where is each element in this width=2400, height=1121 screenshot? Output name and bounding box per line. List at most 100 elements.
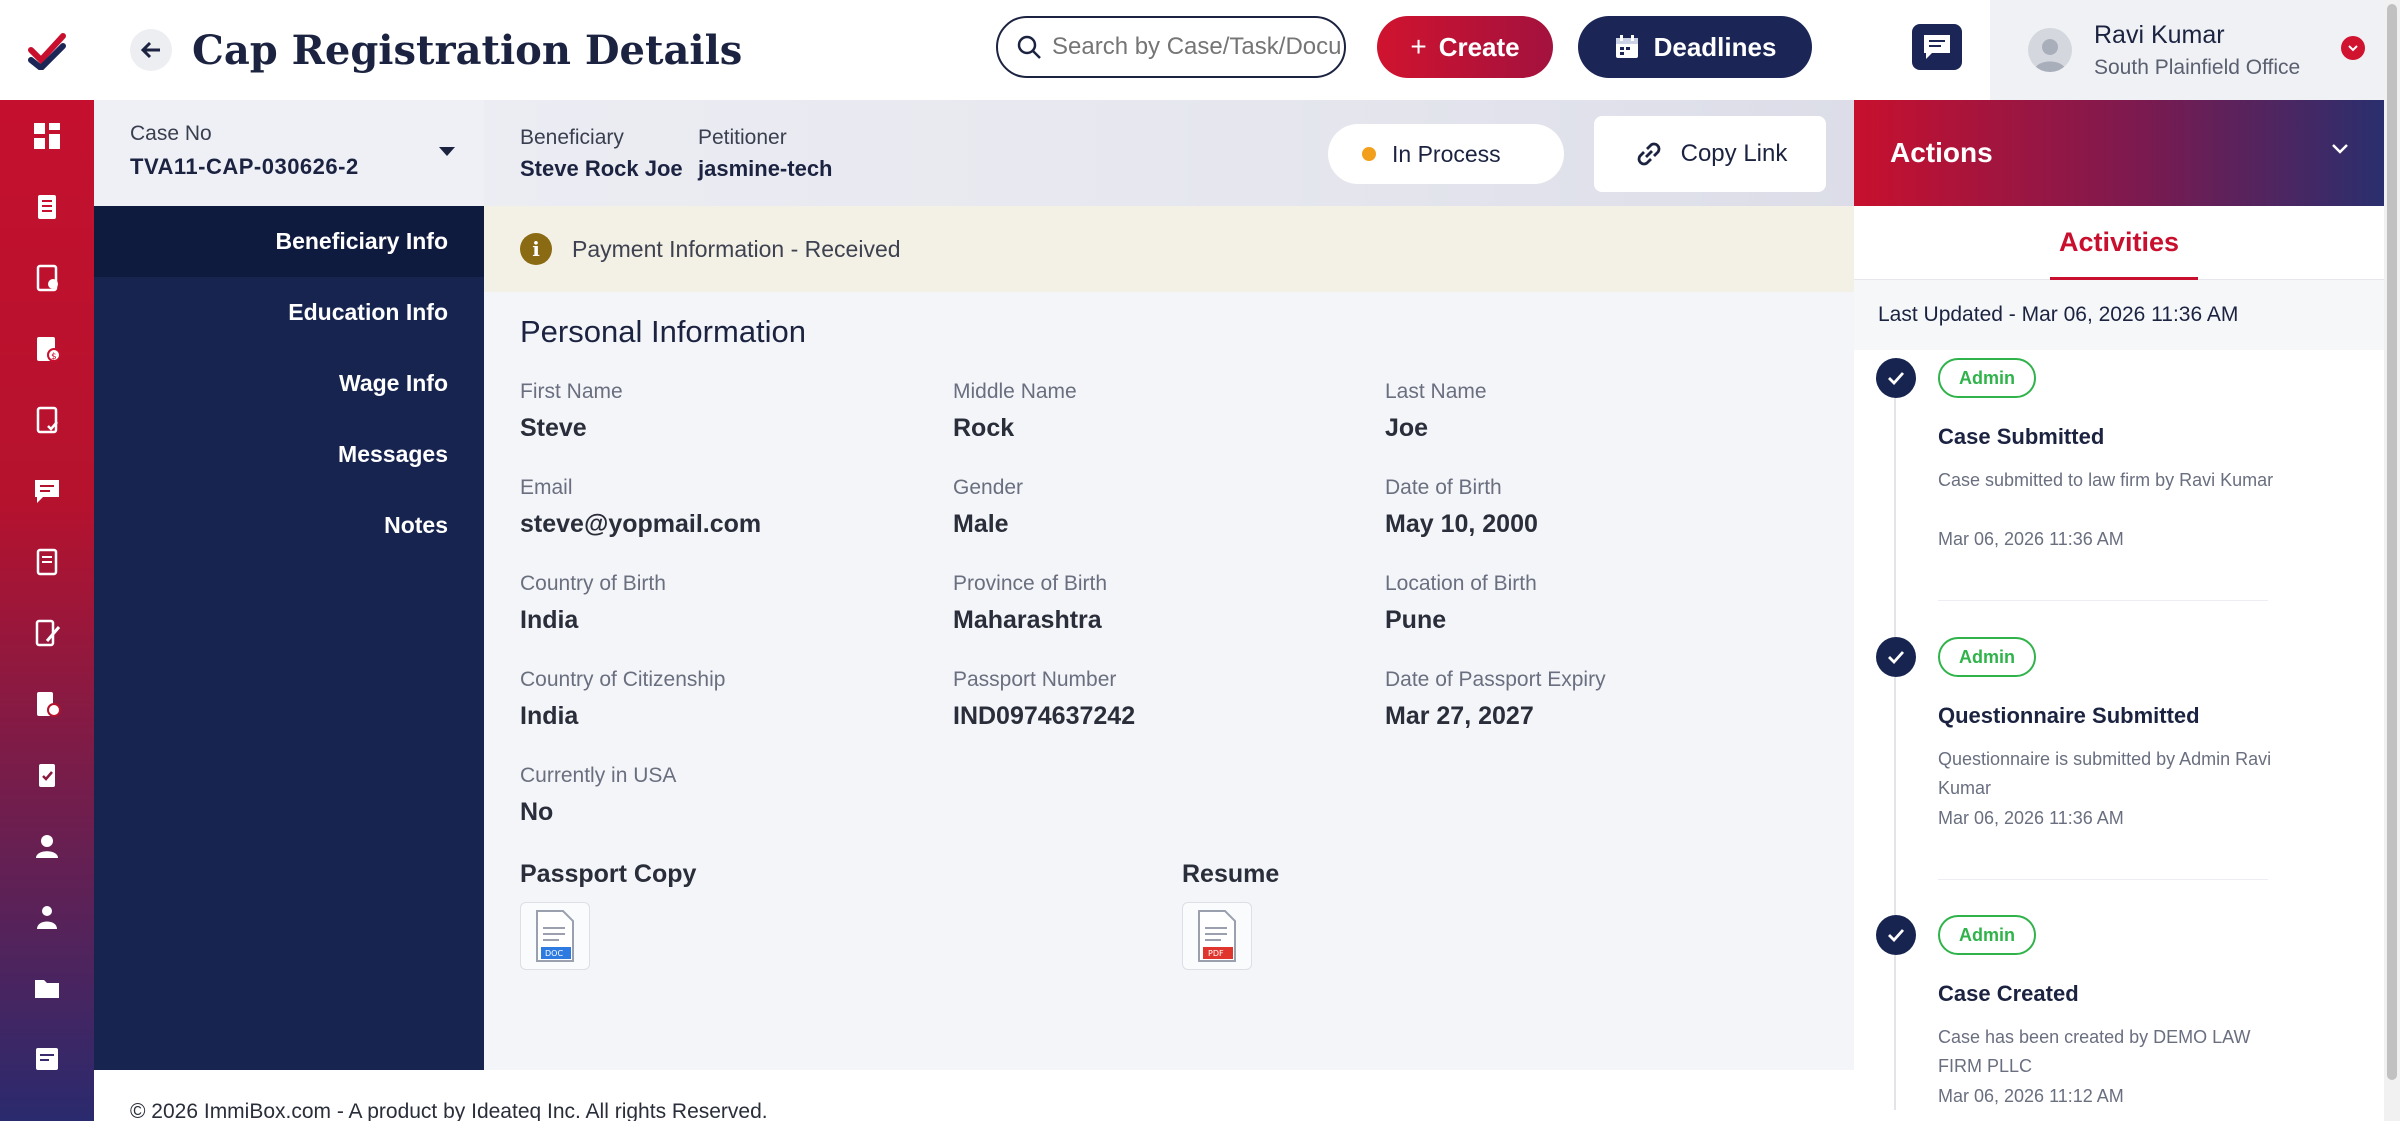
activity-time: Mar 06, 2026 11:12 AM <box>1938 1086 2124 1106</box>
doc-file-icon: DOC <box>536 910 574 962</box>
field-label: Date of Passport Expiry <box>1385 668 1606 691</box>
user-name: Ravi Kumar <box>2094 20 2225 49</box>
subnav-item-education-info[interactable]: Education Info <box>94 277 484 348</box>
passport-copy-label: Passport Copy <box>520 860 697 888</box>
actions-panel: Actions Activities Last Updated - Mar 06… <box>1854 100 2384 1121</box>
field-last-name: Last Name Joe <box>1385 380 1487 443</box>
field-date-of-birth: Date of Birth May 10, 2000 <box>1385 476 1538 539</box>
avatar-icon <box>2034 39 2066 72</box>
forms-icon[interactable] <box>0 242 94 313</box>
field-passport-expiry: Date of Passport Expiry Mar 27, 2027 <box>1385 668 1606 731</box>
create-button[interactable]: + Create <box>1377 16 1553 78</box>
case-no-value: TVA11-CAP-030626-2 <box>130 154 359 179</box>
activity-desc: Questionnaire is submitted by Admin Ravi… <box>1938 749 2272 798</box>
folder-icon[interactable] <box>0 952 94 1023</box>
field-passport-number: Passport Number IND0974637242 <box>953 668 1135 731</box>
reports-icon[interactable] <box>0 597 94 668</box>
status-label: In Process <box>1392 140 1501 167</box>
calendar-icon <box>1615 35 1638 58</box>
info-icon: i <box>520 233 552 265</box>
case-no-label: Case No <box>130 122 212 145</box>
footer: © 2026 ImmiBox.com - A product by Ideate… <box>94 1070 1854 1121</box>
field-label: Email <box>520 476 573 499</box>
user-icon[interactable] <box>0 810 94 881</box>
case-selector[interactable]: Case No TVA11-CAP-030626-2 <box>94 100 484 206</box>
arrow-left-icon <box>140 41 160 59</box>
scrollbar-thumb[interactable] <box>2387 4 2397 1080</box>
dashboard-icon[interactable] <box>0 100 94 171</box>
field-label: Last Name <box>1385 380 1487 403</box>
left-rail: $ <box>0 0 94 1121</box>
back-button[interactable] <box>130 29 172 71</box>
field-first-name: First Name Steve <box>520 380 623 443</box>
field-gender: Gender Male <box>953 476 1023 539</box>
petitioner-value: jasmine-tech <box>698 156 833 181</box>
activity-title: Case Submitted <box>1938 424 2105 449</box>
payment-banner: i Payment Information - Received <box>484 206 1854 292</box>
activity-title: Questionnaire Submitted <box>1938 703 2200 728</box>
subnav-item-notes[interactable]: Notes <box>94 490 484 561</box>
search-box[interactable] <box>996 16 1346 78</box>
notes-icon[interactable] <box>0 1023 94 1094</box>
chat-icon <box>1924 35 1950 59</box>
tab-activities[interactable]: Activities <box>1854 206 2384 280</box>
chevron-down-icon[interactable] <box>2341 36 2365 60</box>
actions-header[interactable]: Actions <box>1854 100 2384 206</box>
field-value: No <box>520 798 554 826</box>
case-header: Case No TVA11-CAP-030626-2 Beneficiary S… <box>94 100 1854 206</box>
checklist-icon[interactable] <box>0 739 94 810</box>
passport-copy-file[interactable]: DOC <box>520 902 590 970</box>
copy-link-button[interactable]: Copy Link <box>1594 116 1826 192</box>
subnav-item-wage-info[interactable]: Wage Info <box>94 348 484 419</box>
case-subnav: Beneficiary Info Education Info Wage Inf… <box>94 206 484 1070</box>
field-label: Country of Citizenship <box>520 668 726 691</box>
field-label: Passport Number <box>953 668 1117 691</box>
deadlines-button[interactable]: Deadlines <box>1578 16 1812 78</box>
activity-desc: Case submitted to law firm by Ravi Kumar <box>1938 470 2274 490</box>
app-logo[interactable] <box>0 0 94 100</box>
user-office: South Plainfield Office <box>2094 55 2301 79</box>
copy-link-label: Copy Link <box>1680 140 1788 167</box>
field-value: Maharashtra <box>953 606 1102 634</box>
status-dot-icon <box>1362 147 1376 161</box>
status-badge: In Process <box>1328 124 1564 184</box>
role-badge: Admin <box>1938 637 2036 677</box>
field-value: India <box>520 702 579 730</box>
page-title: Cap Registration Details <box>192 26 743 74</box>
tasks-icon[interactable] <box>0 384 94 455</box>
divider <box>1938 879 2268 880</box>
subnav-item-beneficiary-info[interactable]: Beneficiary Info <box>94 206 484 277</box>
field-country-of-citizenship: Country of Citizenship India <box>520 668 725 731</box>
main-content: i Payment Information - Received Persona… <box>484 206 1854 1070</box>
plus-icon: + <box>1410 31 1427 62</box>
deadlines-label: Deadlines <box>1653 31 1777 62</box>
field-value: steve@yopmail.com <box>520 510 762 538</box>
chat-button[interactable] <box>1912 24 1962 70</box>
documents-icon[interactable] <box>0 526 94 597</box>
caret-down-icon[interactable] <box>438 146 456 158</box>
user-menu[interactable]: Ravi Kumar South Plainfield Office <box>1990 0 2385 100</box>
field-label: Province of Birth <box>953 572 1108 595</box>
approvals-icon[interactable] <box>0 668 94 739</box>
create-label: Create <box>1438 31 1520 62</box>
chevron-down-icon[interactable] <box>2330 142 2350 156</box>
resume-file[interactable]: PDF <box>1182 902 1252 970</box>
field-value: Steve <box>520 414 587 442</box>
search-input[interactable] <box>1052 33 1342 61</box>
cases-icon[interactable] <box>0 171 94 242</box>
check-icon <box>1876 915 1916 955</box>
field-value: India <box>520 606 579 634</box>
messages-icon[interactable] <box>0 455 94 526</box>
resume-label: Resume <box>1182 860 1280 888</box>
field-label: Location of Birth <box>1385 572 1537 595</box>
field-label: Middle Name <box>953 380 1077 403</box>
invoice-icon[interactable]: $ <box>0 313 94 384</box>
doc-badge-text: DOC <box>545 949 563 958</box>
field-value: Rock <box>953 414 1015 442</box>
avatar <box>2028 28 2072 72</box>
field-value: Mar 27, 2027 <box>1385 702 1534 730</box>
subnav-item-messages[interactable]: Messages <box>94 419 484 490</box>
team-icon[interactable] <box>0 881 94 952</box>
field-label: Country of Birth <box>520 572 666 595</box>
page-scrollbar[interactable] <box>2384 0 2400 1121</box>
